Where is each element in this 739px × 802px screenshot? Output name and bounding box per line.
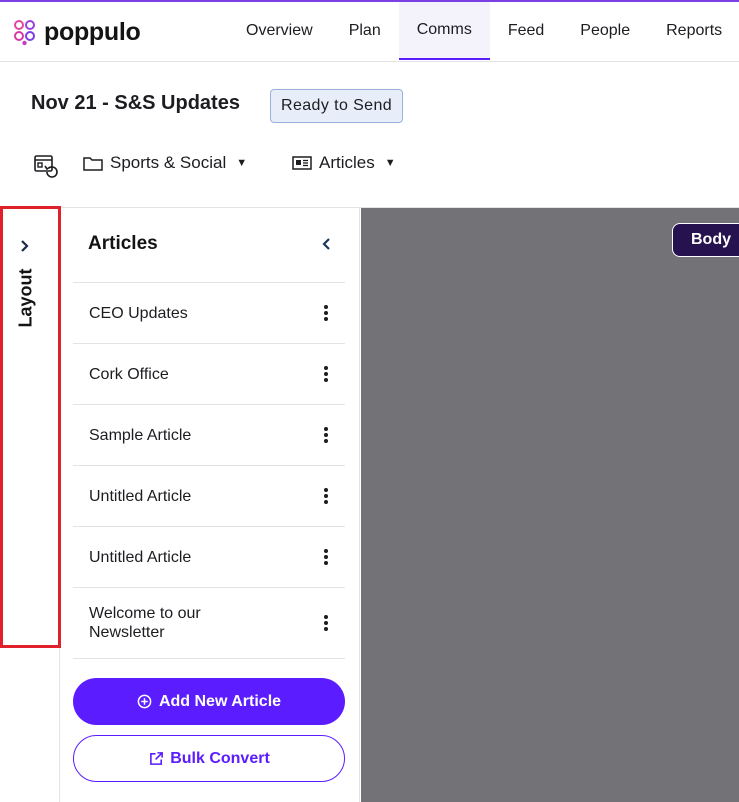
list-item[interactable]: Sample Article xyxy=(73,405,345,466)
collapse-articles-button[interactable] xyxy=(315,233,337,255)
article-name: Untitled Article xyxy=(89,548,192,566)
list-item[interactable]: Untitled Article xyxy=(73,527,345,588)
layout-panel-label[interactable]: Layout xyxy=(16,268,37,327)
nav-reports[interactable]: Reports xyxy=(648,2,739,60)
list-item[interactable]: Cork Office xyxy=(73,344,345,405)
chevron-left-icon xyxy=(322,238,330,250)
list-item[interactable]: Untitled Article xyxy=(73,466,345,527)
main-nav: Overview Plan Comms Feed People Reports xyxy=(228,2,739,60)
chevron-down-icon: ▼ xyxy=(384,157,396,169)
more-options-icon[interactable] xyxy=(321,425,331,445)
more-options-icon[interactable] xyxy=(321,364,331,384)
folder-icon xyxy=(82,154,104,172)
article-name: Untitled Article xyxy=(89,487,192,505)
list-item[interactable]: CEO Updates xyxy=(73,283,345,344)
app-logo[interactable]: poppulo xyxy=(10,16,141,48)
editor-toolbar: Sports & Social ▼ Articles ▼ xyxy=(32,148,732,178)
nav-feed[interactable]: Feed xyxy=(490,2,562,60)
nav-people[interactable]: People xyxy=(562,2,648,60)
article-name: CEO Updates xyxy=(89,304,188,322)
add-new-article-label: Add New Article xyxy=(158,692,282,710)
article-list: CEO Updates Cork Office Sample Article U… xyxy=(73,282,345,659)
newspaper-icon xyxy=(291,154,313,172)
more-options-icon[interactable] xyxy=(321,303,331,323)
article-name: Welcome to our Newsletter xyxy=(89,605,201,641)
view-dropdown-label: Articles xyxy=(319,153,375,172)
add-new-article-button[interactable]: Add New Article xyxy=(73,678,345,725)
top-navigation-bar: poppulo Overview Plan Comms Feed People … xyxy=(0,2,739,62)
plus-circle-icon xyxy=(137,694,153,710)
view-dropdown[interactable]: Articles ▼ xyxy=(291,150,396,176)
bulk-convert-label: Bulk Convert xyxy=(170,749,270,767)
nav-overview[interactable]: Overview xyxy=(228,2,331,60)
more-options-icon[interactable] xyxy=(321,613,331,633)
page-title: Nov 21 - S&S Updates xyxy=(31,92,240,114)
newsletter-canvas[interactable]: Body xyxy=(361,208,739,802)
article-name: Cork Office xyxy=(89,365,169,383)
chevron-down-icon: ▼ xyxy=(236,157,248,169)
list-item[interactable]: Welcome to our Newsletter xyxy=(73,588,345,659)
section-dropdown[interactable]: Sports & Social ▼ xyxy=(82,150,247,176)
status-badge: Ready to Send xyxy=(270,89,404,123)
nav-plan[interactable]: Plan xyxy=(331,2,399,60)
logo-text: poppulo xyxy=(44,17,141,46)
external-link-icon xyxy=(148,751,164,767)
article-name: Sample Article xyxy=(89,426,192,444)
bulk-convert-button[interactable]: Bulk Convert xyxy=(73,735,345,782)
articles-panel: Articles CEO Updates Cork Office Sample … xyxy=(61,208,360,802)
articles-panel-title: Articles xyxy=(88,233,158,254)
poppulo-logo-icon xyxy=(14,20,35,46)
more-options-icon[interactable] xyxy=(321,547,331,567)
nav-comms[interactable]: Comms xyxy=(398,2,490,60)
section-dropdown-label: Sports & Social xyxy=(110,153,227,172)
more-options-icon[interactable] xyxy=(321,486,331,506)
body-section-tag[interactable]: Body xyxy=(672,223,739,257)
version-history-icon[interactable] xyxy=(32,152,60,180)
expand-layout-button[interactable] xyxy=(14,235,36,257)
chevron-right-icon xyxy=(21,240,29,252)
